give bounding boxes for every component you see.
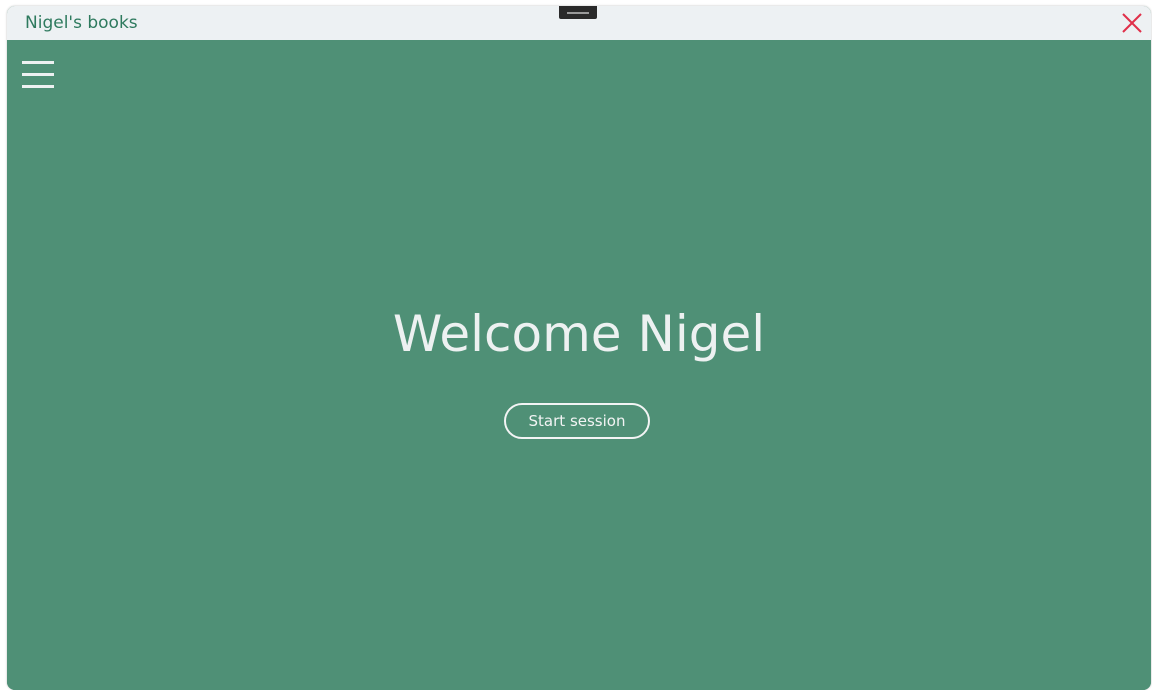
menu-button[interactable] [20,57,56,93]
close-icon [1122,13,1142,33]
start-session-button[interactable]: Start session [504,403,650,439]
hamburger-menu-icon [22,61,54,88]
close-button[interactable] [1117,8,1147,38]
app-window: Nigel's books Welcome Nigel Start sessio… [7,6,1151,690]
welcome-heading: Welcome Nigel [392,305,766,363]
app-title: Nigel's books [25,13,138,33]
title-bar: Nigel's books [7,6,1151,40]
drag-handle[interactable] [559,6,597,19]
main-content: Welcome Nigel Start session [7,40,1151,690]
